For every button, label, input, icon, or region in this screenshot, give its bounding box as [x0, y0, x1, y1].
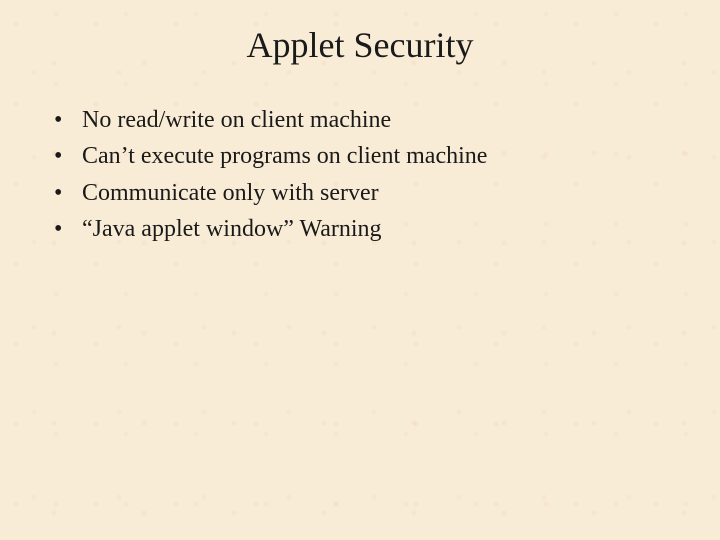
list-item: • Can’t execute programs on client machi… [54, 140, 720, 172]
bullet-list: • No read/write on client machine • Can’… [0, 104, 720, 246]
bullet-text: Can’t execute programs on client machine [82, 140, 720, 172]
bullet-text: “Java applet window” Warning [82, 213, 720, 245]
bullet-icon: • [54, 213, 82, 245]
bullet-icon: • [54, 177, 82, 209]
slide-title: Applet Security [0, 24, 720, 66]
list-item: • No read/write on client machine [54, 104, 720, 136]
bullet-text: No read/write on client machine [82, 104, 720, 136]
list-item: • Communicate only with server [54, 177, 720, 209]
bullet-icon: • [54, 104, 82, 136]
slide: Applet Security • No read/write on clien… [0, 0, 720, 540]
list-item: • “Java applet window” Warning [54, 213, 720, 245]
bullet-text: Communicate only with server [82, 177, 720, 209]
bullet-icon: • [54, 140, 82, 172]
